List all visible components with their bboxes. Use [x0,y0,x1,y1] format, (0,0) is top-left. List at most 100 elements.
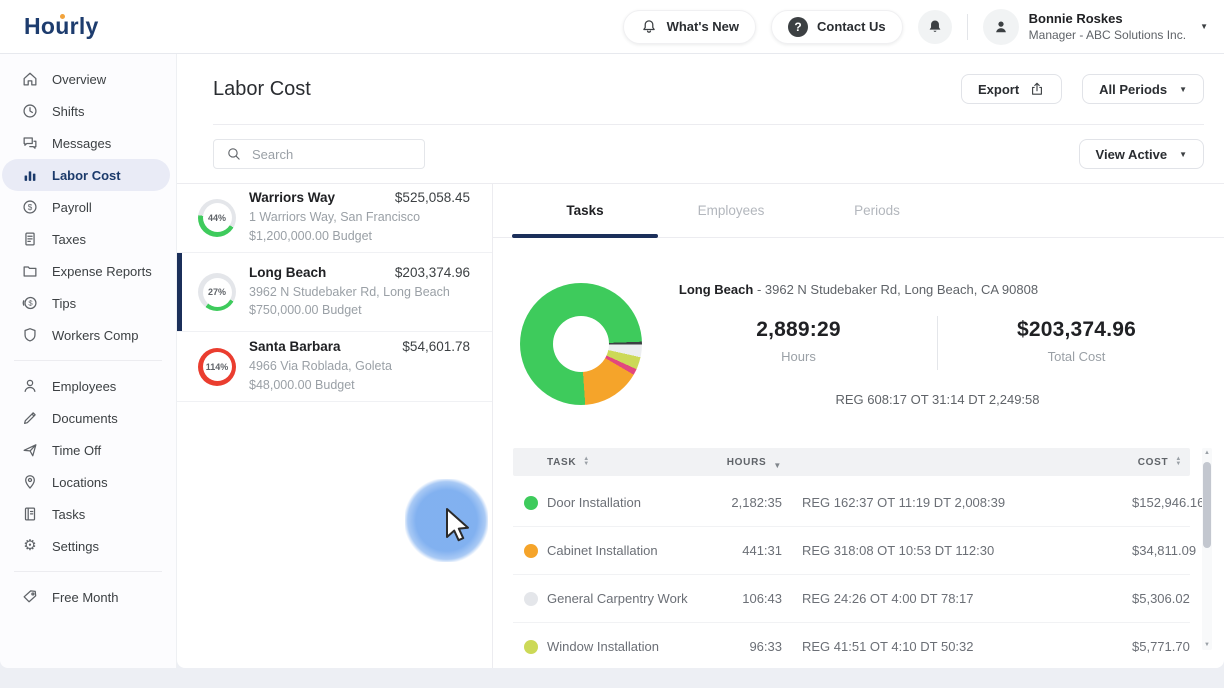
export-button[interactable]: Export [960,74,1063,104]
sidebar-item-taxes[interactable]: Taxes [0,223,176,255]
table-row[interactable]: Door Installation 2,182:35 REG 162:37 OT… [513,479,1204,527]
plane-icon [23,444,37,457]
bell-icon [642,19,655,33]
location-card-long-beach[interactable]: 27% Long Beach $203,374.96 3962 N Studeb… [177,253,492,332]
sidebar-item-free-month[interactable]: Free Month [0,581,176,613]
user-menu[interactable]: Bonnie Roskes Manager - ABC Solutions In… [982,8,1208,45]
location-budget: $750,000.00 Budget [249,303,362,317]
chevron-down-icon: ▼ [1179,84,1187,94]
hours-breakdown: REG 608:17 OT 31:14 DT 2,249:58 [835,392,1040,407]
page-title: Labor Cost [213,77,311,100]
budget-percent: 44% [202,203,232,232]
toolbar: View Active ▼ [177,125,1224,183]
tasks-table: TASK ▲ ▼ HOURS ▼ COST ▲ ▼ Door Installat… [513,448,1204,668]
table-row[interactable]: Window Installation 96:33 REG 41:51 OT 4… [513,623,1190,668]
hours-stat: 2,889:29 Hours [660,316,937,370]
folder-icon [23,266,37,277]
sidebar-item-labor-cost[interactable]: Labor Cost [2,159,170,191]
scrollbar-thumb[interactable] [1203,462,1211,548]
sidebar-item-time-off[interactable]: Time Off [0,434,176,466]
column-header-task[interactable]: TASK ▲ ▼ [547,456,732,468]
coin-icon: $ [22,296,37,310]
location-name: Santa Barbara [249,339,341,355]
sort-icon[interactable]: ▲ ▼ [1175,456,1182,467]
hours-label: Hours [781,349,816,364]
gear-icon: ⚙ [23,537,37,554]
sidebar-item-workers-comp[interactable]: Workers Comp [0,319,176,351]
sidebar: Overview Shifts Messages Labor Cost $ Pa… [0,54,177,668]
tab-employees[interactable]: Employees [658,183,804,237]
detail-panel: Tasks Employees Periods Long Beach - 396… [493,183,1224,668]
task-cost: $5,306.02 [1132,591,1190,606]
search-input[interactable] [252,146,412,162]
location-list: 44% Warriors Way $525,058.45 1 Warriors … [177,183,493,668]
sidebar-item-payroll[interactable]: $ Payroll [0,191,176,223]
total-cost-label: Total Cost [1047,349,1106,364]
location-address: 1 Warriors Way, San Francisco [249,210,421,225]
task-cost: $5,771.70 [1132,639,1190,654]
column-header-hours[interactable]: HOURS ▼ [727,457,782,470]
chevron-down-icon[interactable]: ▼ [1200,22,1208,31]
scroll-down-icon[interactable]: ▼ [1202,642,1212,648]
location-card-santa-barbara[interactable]: 114% Santa Barbara $54,601.78 4966 Via R… [177,332,492,402]
sidebar-item-messages[interactable]: Messages [0,127,176,159]
overview-section: Long Beach - 3962 N Studebaker Rd, Long … [493,238,1224,448]
task-hours: 2,182:35 [731,495,782,510]
topbar-actions: What's New ? Contact Us Bonnie Roskes Ma… [622,8,1208,45]
contact-us-button[interactable]: ? Contact Us [771,9,903,44]
tab-tasks[interactable]: Tasks [512,183,658,238]
task-color-dot [524,591,538,606]
task-cost: $34,811.09 [1132,543,1197,558]
sidebar-item-tasks[interactable]: Tasks [0,498,176,530]
task-name: General Carpentry Work [547,591,688,606]
sidebar-item-expense-reports[interactable]: Expense Reports [0,255,176,287]
view-filter-dropdown[interactable]: View Active ▼ [1078,139,1204,169]
location-card-warriors-way[interactable]: 44% Warriors Way $525,058.45 1 Warriors … [177,183,492,253]
task-name: Door Installation [547,495,641,510]
document-icon [25,232,35,246]
search-box[interactable] [213,139,425,169]
budget-progress-ring: 27% [198,273,236,311]
whats-new-button[interactable]: What's New [622,9,757,44]
table-row[interactable]: Cabinet Installation 441:31 REG 318:08 O… [513,527,1196,575]
pen-icon [23,412,36,425]
avatar [982,8,1019,45]
bar-chart-icon [24,171,36,181]
svg-text:$: $ [28,203,33,212]
search-icon [228,148,240,160]
task-hours-breakdown: REG 162:37 OT 11:19 DT 2,008:39 [802,495,1006,510]
scroll-up-icon[interactable]: ▲ [1202,450,1212,456]
toolbar-actions: View Active ▼ [1078,139,1204,169]
sort-desc-icon[interactable]: ▼ [773,461,782,470]
shield-icon [24,328,36,342]
contact-us-label: Contact Us [817,19,886,34]
svg-text:$: $ [28,299,33,308]
column-header-cost[interactable]: COST ▲ ▼ [1138,456,1190,468]
table-scrollbar[interactable]: ▲ ▼ [1202,448,1212,650]
tab-periods[interactable]: Periods [804,183,950,237]
sidebar-item-documents[interactable]: Documents [0,402,176,434]
sidebar-item-employees[interactable]: Employees [0,370,176,402]
task-cost: $152,946.16 [1132,495,1205,510]
selected-indicator [177,253,182,331]
sidebar-item-shifts[interactable]: Shifts [0,95,176,127]
person-icon [995,21,1006,32]
summary-stats: 2,889:29 Hours $203,374.96 Total Cost [660,316,1215,370]
sidebar-item-locations[interactable]: Locations [0,466,176,498]
app-root: Hourly What's New ? Contact Us Bonnie Ro… [0,0,1224,688]
app-logo[interactable]: Hourly [24,13,99,40]
table-row[interactable]: General Carpentry Work 106:43 REG 24:26 … [513,575,1190,623]
location-address: 3962 N Studebaker Rd, Long Beach [249,284,450,299]
location-cost: $525,058.45 [394,190,470,206]
task-color-dot [524,495,538,510]
sidebar-item-settings[interactable]: ⚙ Settings [0,530,176,562]
period-filter-dropdown[interactable]: All Periods ▼ [1082,74,1204,104]
sidebar-item-tips[interactable]: $ Tips [0,287,176,319]
sidebar-item-overview[interactable]: Overview [0,63,176,95]
tag-icon [23,590,37,603]
chat-icon [23,137,37,149]
sort-icon[interactable]: ▲ ▼ [583,456,590,467]
task-hours: 96:33 [749,639,782,654]
dollar-circle-icon: $ [23,200,37,214]
notifications-button[interactable] [917,9,952,44]
